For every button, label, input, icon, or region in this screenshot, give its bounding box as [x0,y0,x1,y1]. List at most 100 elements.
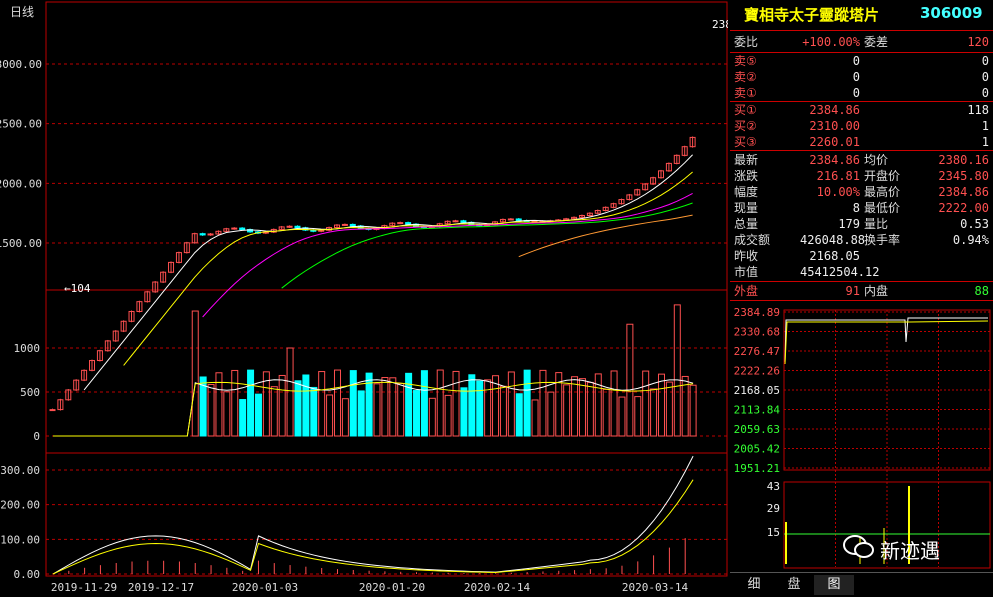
volume-bar [673,304,681,437]
volume-bar [586,381,594,437]
volume-bar [515,393,523,437]
volume-bar [318,371,326,437]
volume-bar [341,398,349,437]
intraday-price-tick: 1951.21 [734,462,780,475]
stat-value: 426048.88 [800,233,866,247]
volume-bar [302,374,310,437]
date-label: 2019-11-29 [51,581,117,594]
candle-body [231,227,238,230]
stat-row-0: 最新 2384.86 均价 2380.16 [730,152,993,168]
candle-body [199,233,206,236]
volume-bar [689,384,697,437]
volume-bar [492,375,500,437]
tab-pan[interactable]: 盘 [774,575,814,595]
macd-tick: 100.00 [0,533,40,546]
ma5-line [83,154,693,391]
buy-row-1: 买② 2310.00 1 [730,118,993,134]
stat-label: 开盘价 [864,169,901,183]
low-label: ←104 [64,282,91,295]
date-label: 2020-03-14 [622,581,689,594]
intraday-price-tick: 2222.26 [734,365,780,378]
tab-chart[interactable]: 图 [814,575,854,595]
volume-bar [405,372,413,437]
stat-value: 0.94% [952,233,989,247]
volume-bar [650,388,658,437]
tab-detail[interactable]: 细 [734,575,774,595]
sell-row-1: 卖② 0 0 [730,69,993,85]
kline-chart[interactable]: 日线 3000.00 2500.00 2000.00 1500.00 1000 500 0 30… [0,0,728,596]
buy-row-0: 买① 2384.86 118 [730,102,993,118]
candle-body [515,218,522,222]
volume-bar [563,384,571,437]
sell-price: 0 [852,86,860,100]
stat-label: 现量 [734,201,759,215]
candle-body [239,227,246,231]
stat-value: 2384.86 [938,185,989,199]
volume-bar [499,385,507,437]
intraday-price-tick: 2005.42 [734,443,780,456]
stat-row-5: 成交额 426048.88 换手率 0.94% [730,232,993,248]
volume-bar [310,386,318,437]
wechat-icon [843,535,874,558]
volume-bar [539,369,547,437]
stat-value: 2384.86 [809,153,860,167]
chart-marks [49,136,697,575]
volume-bar [578,378,586,437]
volume-bar [223,391,231,437]
ma10-line [123,171,693,366]
waipan-row: 外盘 91 内盘 88 [734,284,989,298]
volume-bar [239,399,247,437]
stat-value: 216.81 [816,169,860,183]
candle-body [452,220,459,223]
candle-body [460,220,467,223]
volume-bar [547,391,555,437]
bottom-tabs: 细 盘 图 [730,572,993,597]
volume-bar [389,377,397,437]
date-label: 2020-01-20 [359,581,425,594]
sell-price: 0 [852,54,860,68]
volume-tick: 1000 [14,342,41,355]
date-label: 2020-02-14 [464,581,531,594]
buy-row-2: 买③ 2260.01 1 [730,134,993,150]
volume-bar [357,390,365,437]
buy-label: 买① [734,103,757,117]
sell-row-2: 卖① 0 0 [730,85,993,101]
stat-value: 2345.80 [938,169,989,183]
stat-label: 幅度 [734,185,759,199]
volume-tick: 0 [33,430,40,443]
intraday-vol-tick: 43 [767,480,780,493]
stat-value: 2222.00 [938,201,989,215]
intraday-price-tick: 2276.47 [734,345,780,358]
price-tick: 1500.00 [0,237,42,250]
candle-body [397,222,404,225]
stock-title: 寶相寺太子靈蹤塔片 306009 [730,0,993,31]
intraday-chart[interactable]: 2384.89 2330.68 2276.47 2222.26 2168.05 2113.… [730,302,993,572]
macd-tick: 200.00 [0,499,40,512]
macd-dif [52,455,694,575]
candle-body [207,233,214,236]
buy-volume: 1 [981,119,989,133]
watermark: 新迹遇 [880,539,940,563]
volume-bar [602,388,610,437]
buy-volume: 1 [981,135,989,149]
volume-bar [476,380,484,437]
candle-body [507,218,514,221]
volume-bar [523,369,531,437]
buy-label: 买③ [734,135,757,149]
sell-volume: 0 [981,86,989,100]
buy-volume: 118 [967,103,989,117]
price-tick: 3000.00 [0,58,42,71]
volume-bar [436,369,444,437]
sell-label: 卖⑤ [734,54,757,68]
volume-bar [349,370,357,437]
volume-bar [642,370,650,437]
intraday-vol-tick: 29 [767,502,780,515]
quote-panel: 寶相寺太子靈蹤塔片 306009 委比 +100.00% 委差 120 卖⑤ 0 0… [730,0,993,596]
volume-bar [452,370,460,437]
candle-body [405,222,412,225]
stock-name: 寶相寺太子靈蹤塔片 [744,6,880,24]
buy-label: 买② [734,119,757,133]
volume-bar [381,377,389,437]
sell-label: 卖① [734,86,757,100]
macd-tick: 0.00 [14,568,41,581]
